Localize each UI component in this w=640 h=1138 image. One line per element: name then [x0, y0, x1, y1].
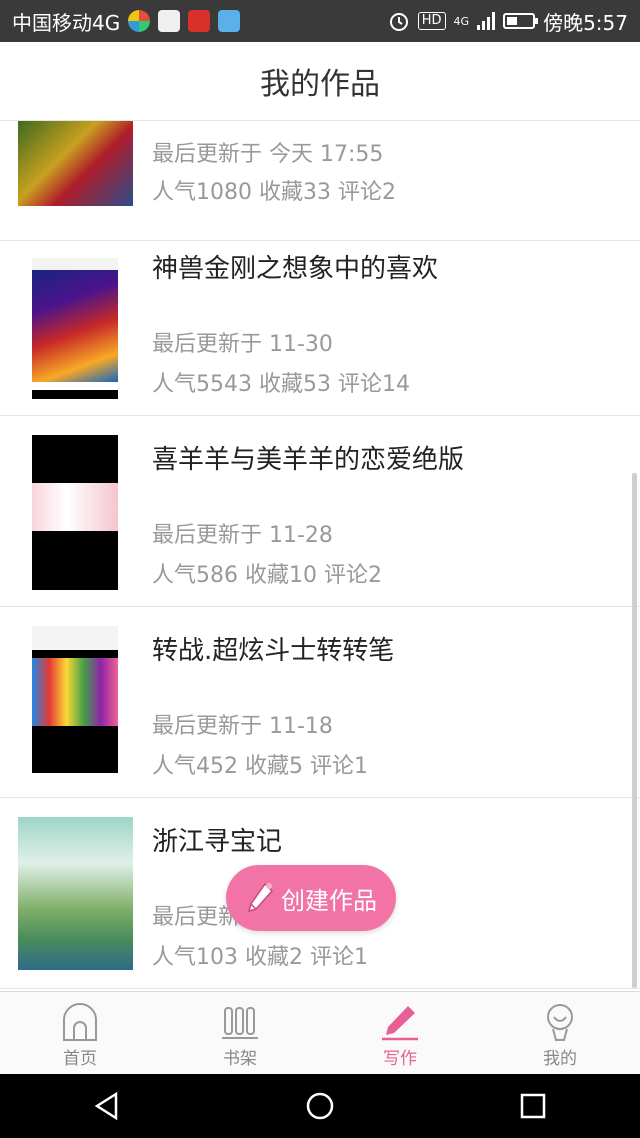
pencil-icon — [247, 882, 274, 913]
cover-image — [18, 121, 133, 206]
signal-icon — [477, 12, 496, 30]
cover-image — [18, 817, 133, 970]
stats-text: 人气452 收藏5 评论1 — [152, 754, 368, 779]
list-item[interactable]: 喜羊羊与美羊羊的恋爱绝版 最后更新于 11-28 人气586 收藏10 评论2 — [0, 417, 640, 607]
status-left: 中国移动4G — [12, 7, 241, 36]
status-bar: 中国移动4G HD 4G 傍晚5:57 — [0, 0, 640, 42]
updated-time: 最后更新于 11-28 — [152, 523, 333, 548]
recents-icon[interactable] — [518, 1091, 548, 1121]
wechat-icon — [128, 10, 151, 32]
write-icon — [380, 1000, 420, 1044]
list-item[interactable]: 转战.超炫斗士转转笔 最后更新于 11-18 人气452 收藏5 评论1 — [0, 608, 640, 798]
list-item[interactable]: 神兽金刚之想象中的喜欢 最后更新于 11-30 人气5543 收藏53 评论14 — [0, 226, 640, 416]
news-icon — [188, 10, 211, 32]
home-icon — [60, 1000, 100, 1044]
tab-label: 首页 — [63, 1049, 97, 1069]
stats-text: 人气5543 收藏53 评论14 — [152, 372, 410, 397]
work-title: 转战.超炫斗士转转笔 — [152, 636, 395, 666]
page-title: 我的作品 — [260, 67, 380, 102]
profile-icon — [540, 1000, 580, 1044]
back-icon[interactable] — [92, 1091, 122, 1121]
stats-text: 人气103 收藏2 评论1 — [152, 945, 368, 970]
tab-write[interactable]: 写作 — [320, 992, 480, 1075]
battery-icon — [503, 13, 539, 29]
create-work-label: 创建作品 — [281, 886, 377, 915]
cover-image — [32, 626, 118, 781]
tab-bar: 首页 书架 写作 我的 — [0, 991, 640, 1075]
tab-profile[interactable]: 我的 — [480, 992, 640, 1075]
cover-image — [32, 244, 118, 399]
status-right: HD 4G 傍晚5:57 — [388, 7, 628, 36]
updated-time: 最后更新于 今天 17:55 — [152, 142, 384, 167]
page-header: 我的作品 — [0, 42, 640, 121]
carrier-label: 中国移动4G — [12, 10, 121, 35]
works-list[interactable]: 最后更新于 今天 17:55 人气1080 收藏33 评论2 神兽金刚之想象中的… — [0, 121, 640, 991]
list-item[interactable]: 最后更新于 今天 17:55 人气1080 收藏33 评论2 — [0, 121, 640, 241]
tab-label: 书架 — [223, 1049, 257, 1069]
bookshelf-icon — [220, 1000, 260, 1044]
updated-time: 最后更新于 11-18 — [152, 714, 333, 739]
tab-home[interactable]: 首页 — [0, 992, 160, 1075]
tab-label: 我的 — [543, 1049, 577, 1069]
alarm-icon — [389, 13, 408, 31]
cover-image — [32, 435, 118, 590]
hd-icon: HD — [417, 12, 446, 30]
scrollbar[interactable] — [632, 473, 637, 988]
home-button-icon[interactable] — [305, 1091, 335, 1121]
stats-text: 人气586 收藏10 评论2 — [152, 563, 382, 588]
tab-bookshelf[interactable]: 书架 — [160, 992, 320, 1075]
app-icon — [158, 10, 181, 32]
work-title: 神兽金刚之想象中的喜欢 — [152, 254, 439, 284]
browser-icon — [218, 10, 241, 32]
work-title: 喜羊羊与美羊羊的恋爱绝版 — [152, 445, 465, 475]
stats-text: 人气1080 收藏33 评论2 — [152, 180, 396, 205]
work-title: 浙江寻宝记 — [152, 827, 283, 857]
network-label: 4G — [453, 14, 470, 28]
tab-label: 写作 — [383, 1049, 417, 1069]
clock: 傍晚5:57 — [543, 10, 628, 35]
updated-time: 最后更新于 11-30 — [152, 332, 333, 357]
create-work-button[interactable]: 创建作品 — [226, 865, 396, 931]
system-nav-bar — [0, 1074, 640, 1138]
